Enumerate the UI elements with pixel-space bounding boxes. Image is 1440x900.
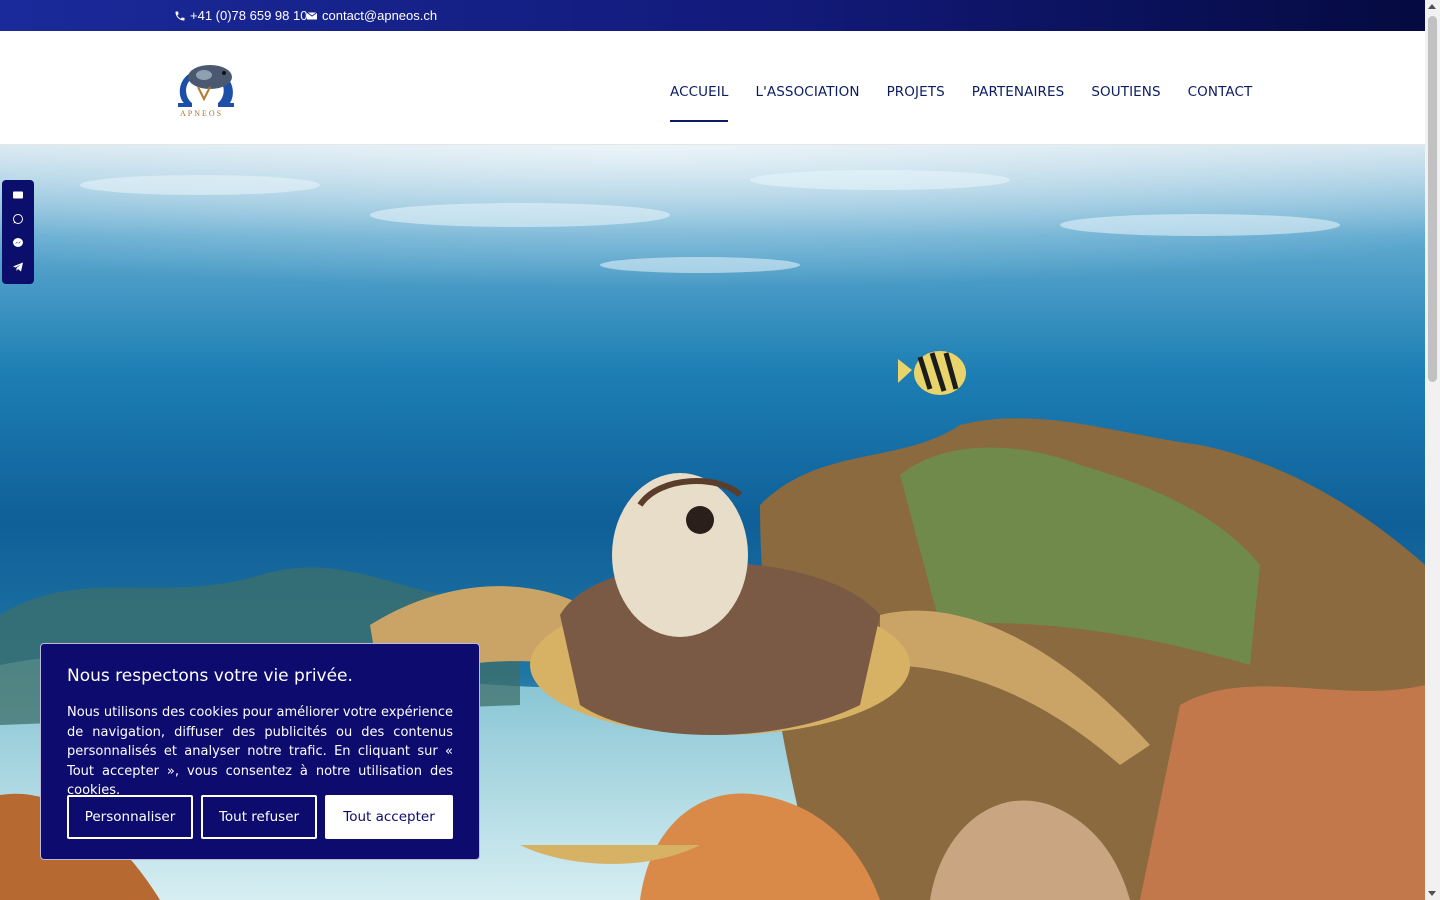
scroll-up-arrow-icon[interactable]	[1428, 4, 1436, 9]
main-nav: ACCUEIL L'ASSOCIATION PROJETS PARTENAIRE…	[670, 84, 1279, 122]
messenger-icon[interactable]	[12, 236, 24, 248]
page-scrollbar[interactable]	[1425, 0, 1440, 900]
fish-figure	[898, 351, 966, 395]
phone-number: +41 (0)78 659 98 10	[190, 8, 308, 23]
phone-icon	[175, 11, 185, 20]
nav-item-association[interactable]: L'ASSOCIATION	[755, 84, 859, 122]
envelope-icon	[306, 11, 318, 19]
scroll-down-arrow-icon[interactable]	[1428, 891, 1436, 896]
site-header: APNEOS ACCUEIL L'ASSOCIATION PROJETS PAR…	[0, 31, 1425, 145]
nav-item-contact[interactable]: CONTACT	[1188, 84, 1253, 122]
email-address: contact@apneos.ch	[322, 8, 438, 23]
envelope-icon[interactable]	[12, 188, 24, 200]
cookie-banner-title: Nous respectons votre vie privée.	[67, 666, 353, 686]
email-link[interactable]: contact@apneos.ch	[306, 8, 437, 23]
accept-all-cookies-button[interactable]: Tout accepter	[325, 795, 453, 839]
cookie-banner-buttons: Personnaliser Tout refuser Tout accepter	[67, 795, 453, 839]
nav-item-partenaires[interactable]: PARTENAIRES	[972, 84, 1065, 122]
customize-cookies-button[interactable]: Personnaliser	[67, 795, 193, 839]
scrollbar-thumb[interactable]	[1428, 16, 1437, 382]
nav-item-soutiens[interactable]: SOUTIENS	[1091, 84, 1160, 122]
floating-social-bar	[2, 180, 34, 284]
top-contact-bar: +41 (0)78 659 98 10 contact@apneos.ch	[0, 0, 1425, 31]
telegram-icon[interactable]	[12, 260, 24, 272]
reject-all-cookies-button[interactable]: Tout refuser	[201, 795, 317, 839]
cookie-consent-banner: Nous respectons votre vie privée. Nous u…	[40, 643, 480, 860]
phone-link[interactable]: +41 (0)78 659 98 10	[174, 8, 307, 23]
cookie-banner-text: Nous utilisons des cookies pour améliore…	[67, 705, 453, 798]
nav-item-accueil[interactable]: ACCUEIL	[670, 84, 729, 122]
nav-item-projets[interactable]: PROJETS	[887, 84, 945, 122]
logo-wordmark: APNEOS	[180, 109, 224, 118]
whatsapp-icon[interactable]	[12, 212, 24, 224]
